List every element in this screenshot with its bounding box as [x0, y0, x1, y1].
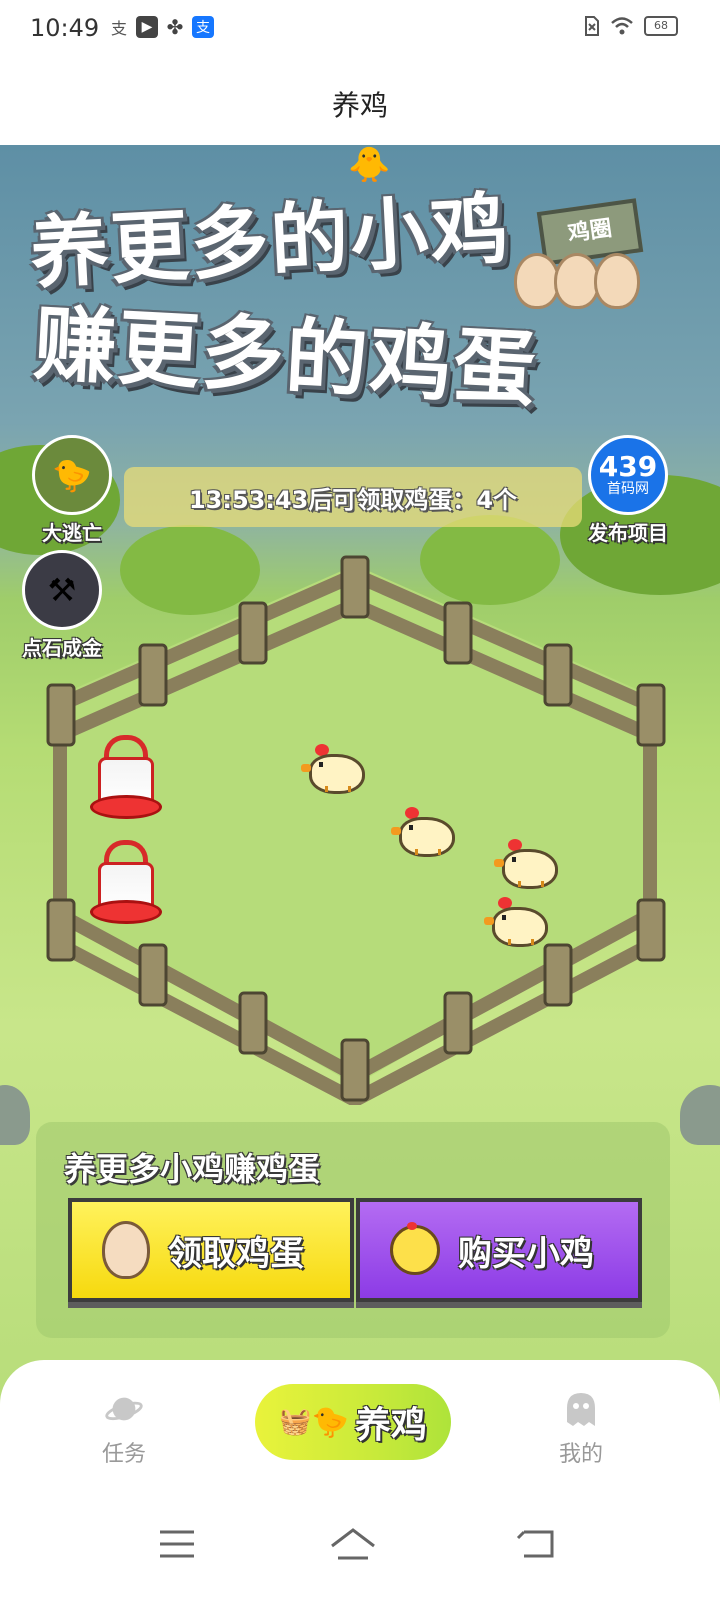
ad-logo-subtitle: 首码网	[607, 481, 649, 497]
app-header: 养鸡	[0, 60, 720, 145]
chicken[interactable]	[391, 803, 455, 857]
tab-chicken-label: 养鸡	[354, 1405, 427, 1446]
chicken[interactable]	[494, 835, 558, 889]
action-panel: 养更多小鸡赚鸡蛋 领取鸡蛋 购买小鸡	[36, 1122, 670, 1338]
eggs-decoration	[514, 253, 640, 309]
egg-timer-text: 13:53:43后可领取鸡蛋：4个	[188, 485, 518, 514]
side-button-escape[interactable]: 🐤 大逃亡	[32, 435, 112, 546]
egg-icon	[102, 1221, 150, 1279]
buy-chick-label: 购买小鸡	[458, 1233, 594, 1274]
tab-tasks[interactable]: 任务	[64, 1390, 184, 1468]
bottom-nav: 任务 🧺 🐤 养鸡 我的	[0, 1360, 720, 1500]
egg-icon	[594, 253, 640, 309]
feeder-icon: 🧺	[279, 1407, 312, 1437]
ad-logo-number: 439	[598, 450, 658, 483]
chick-icon	[390, 1222, 440, 1275]
collect-eggs-button[interactable]: 领取鸡蛋	[68, 1198, 354, 1302]
status-time: 10:49	[30, 14, 100, 42]
side-button-publish[interactable]: 439 首码网 发布项目	[588, 435, 668, 546]
status-right-icons: 68	[584, 16, 678, 36]
sim-icon	[585, 16, 599, 36]
back-icon[interactable]	[512, 1524, 562, 1564]
tab-tasks-label: 任务	[101, 1442, 146, 1467]
tab-mine[interactable]: 我的	[521, 1390, 641, 1468]
notification-icons: 支 ▶ ✤ 支	[108, 15, 214, 39]
water-feeder	[90, 735, 162, 819]
game-avatar-icon: 🐤	[32, 435, 112, 515]
alipay-badge-icon: 支	[192, 16, 214, 38]
439-logo-icon: 439 首码网	[588, 435, 668, 515]
battery-icon: 68	[644, 16, 678, 36]
home-icon[interactable]	[328, 1524, 378, 1564]
chicken[interactable]	[484, 893, 548, 947]
game-scene: 🐥 养更多的小鸡 赚更多的鸡蛋 鸡圈 13:53:43后可领取鸡蛋：4个 🐤 大…	[0, 145, 720, 1405]
menu-icon[interactable]	[152, 1524, 202, 1564]
system-nav-bar	[0, 1500, 720, 1600]
alipay-icon: 支	[110, 19, 127, 38]
ghost-icon	[567, 1393, 595, 1426]
tab-chicken[interactable]: 🧺 🐤 养鸡	[255, 1384, 451, 1460]
side-button-label: 发布项目	[588, 521, 668, 545]
chicken[interactable]	[301, 740, 365, 794]
tab-mine-label: 我的	[558, 1442, 603, 1467]
planet-icon	[105, 1397, 143, 1421]
collect-eggs-label: 领取鸡蛋	[168, 1233, 304, 1274]
play-icon: ▶	[136, 16, 158, 38]
page-title: 养鸡	[331, 89, 388, 122]
side-button-label: 大逃亡	[42, 521, 102, 545]
status-bar: 10:49 支 ▶ ✤ 支 68	[0, 0, 720, 60]
water-feeder	[90, 840, 162, 924]
chicken-icon: 🐤	[311, 1404, 349, 1440]
wifi-icon	[611, 17, 633, 35]
fence	[46, 555, 666, 1105]
buy-chick-button[interactable]: 购买小鸡	[356, 1198, 642, 1302]
action-panel-title: 养更多小鸡赚鸡蛋	[64, 1150, 321, 1188]
egg-timer-banner: 13:53:43后可领取鸡蛋：4个	[124, 467, 582, 527]
fan-icon: ✤	[166, 15, 184, 39]
